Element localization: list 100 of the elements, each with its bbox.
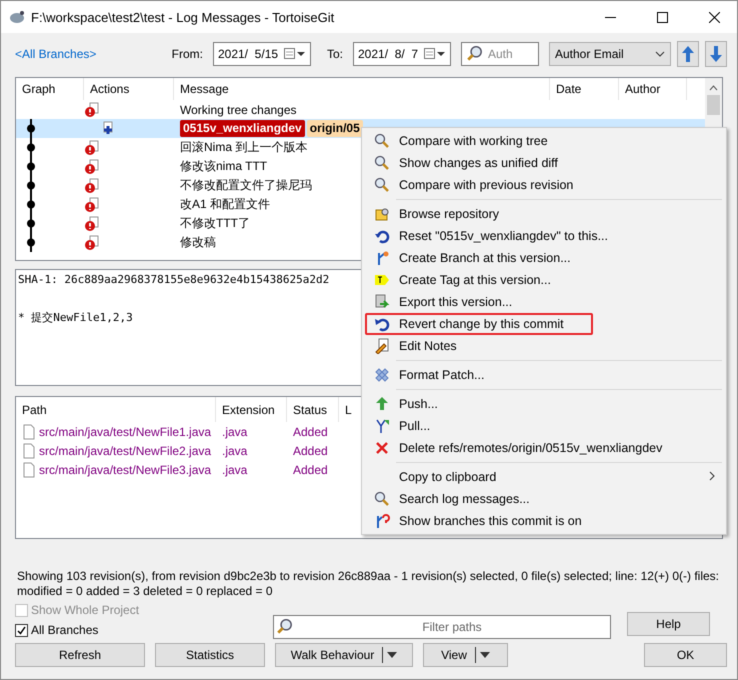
column-header[interactable]: Status xyxy=(287,397,339,422)
from-date-field[interactable]: 2021/ 5/15 xyxy=(212,42,311,66)
magnifier-icon xyxy=(374,177,390,193)
export-icon xyxy=(374,294,390,310)
document-alert-icon xyxy=(84,234,100,250)
graph-node-icon xyxy=(26,138,36,157)
menu-item[interactable]: Delete refs/remotes/origin/0515v_wenxliangdev xyxy=(365,437,723,459)
graph-node-icon xyxy=(26,195,36,214)
magnifier-icon xyxy=(374,133,390,149)
commit-message: 修改稿 xyxy=(180,234,216,251)
merge-arrow-icon xyxy=(374,418,390,434)
undo-icon xyxy=(374,316,390,332)
window-title: F:\workspace\test2\test - Log Messages - TortoiseGit xyxy=(31,10,336,24)
column-header[interactable]: Path xyxy=(16,397,216,422)
file-path[interactable]: src/main/java/test/NewFile1.java xyxy=(16,422,216,441)
commit-body: * 提交NewFile1,2,3 xyxy=(18,310,133,325)
ok-button[interactable]: OK xyxy=(644,643,727,667)
graph-node-icon xyxy=(26,233,36,252)
author-search-field[interactable]: Auth xyxy=(461,42,539,66)
down-arrow-button[interactable] xyxy=(705,41,727,67)
branch-label: 0515v_wenxliangdev xyxy=(180,120,305,137)
document-alert-icon xyxy=(84,216,100,232)
menu-item[interactable]: Export this version... xyxy=(365,291,723,313)
file-icon xyxy=(22,462,36,478)
document-alert-icon xyxy=(84,196,100,212)
file-status: Added xyxy=(292,462,329,478)
column-header[interactable]: Message xyxy=(174,78,550,100)
menu-item[interactable]: Reset "0515v_wenxliangdev" to this... xyxy=(365,225,723,247)
menu-item[interactable]: Create Tag at this version... xyxy=(365,269,723,291)
search-icon xyxy=(466,45,484,63)
branch-question-icon xyxy=(374,513,390,529)
file-path[interactable]: src/main/java/test/NewFile2.java xyxy=(16,441,216,460)
up-arrow-button[interactable] xyxy=(677,41,699,67)
commit-message: 修改该nima TTT xyxy=(180,158,268,175)
menu-item[interactable]: Edit Notes xyxy=(365,335,723,357)
menu-item[interactable]: Pull... xyxy=(365,415,723,437)
menu-item[interactable]: Format Patch... xyxy=(365,364,723,386)
folder-icon xyxy=(374,206,390,222)
all-branches-link[interactable]: <All Branches> xyxy=(15,47,96,61)
menu-item[interactable]: Show changes as unified diff xyxy=(365,152,723,174)
magnifier-icon xyxy=(374,491,390,507)
file-extension: .java xyxy=(221,462,248,478)
file-extension: .java xyxy=(221,424,248,440)
document-alert-icon xyxy=(84,102,100,118)
filter-field[interactable]: Filter paths xyxy=(273,615,611,639)
column-header[interactable]: Date xyxy=(550,78,619,100)
commit-row[interactable]: Working tree changes xyxy=(16,100,705,119)
file-extension: .java xyxy=(221,442,248,460)
menu-item[interactable]: Push... xyxy=(365,393,723,415)
graph-node-icon xyxy=(26,176,36,195)
commit-message: 改A1 和配置文件 xyxy=(180,196,270,213)
menu-item[interactable]: Browse repository xyxy=(365,203,723,225)
caret-icon xyxy=(387,652,398,658)
document-alert-icon xyxy=(84,178,100,194)
file-icon xyxy=(22,424,36,440)
menu-item[interactable]: Copy to clipboard xyxy=(365,466,723,488)
check-icon xyxy=(17,626,26,634)
app-icon xyxy=(9,10,25,24)
column-header[interactable]: Actions xyxy=(84,78,174,100)
view-button[interactable]: View xyxy=(423,643,508,667)
column-header[interactable]: Extension xyxy=(216,397,287,422)
statistics-button[interactable]: Statistics xyxy=(155,643,265,667)
graph-node-icon xyxy=(26,214,36,233)
graph-node-icon xyxy=(26,157,36,176)
to-label: To: xyxy=(326,47,343,61)
author-email-dropdown[interactable]: Author Email xyxy=(549,42,671,66)
menu-item[interactable]: Revert change by this commit xyxy=(365,313,593,335)
column-header[interactable]: Author xyxy=(619,78,687,100)
menu-item[interactable]: Create Branch at this version... xyxy=(365,247,723,269)
menu-item[interactable]: Search log messages... xyxy=(365,488,723,510)
branch-label: origin/05 xyxy=(306,120,363,137)
graph-node-icon xyxy=(26,119,36,138)
to-date-field[interactable]: 2021/ 8/ 7 xyxy=(353,42,451,66)
minimize-icon xyxy=(604,16,616,18)
checkbox[interactable]: All Branches xyxy=(15,623,98,637)
document-alert-icon xyxy=(84,140,100,156)
walk-behaviour-button[interactable]: Walk Behaviour xyxy=(275,643,413,667)
calendar-icon xyxy=(424,48,446,60)
up-arrow-icon xyxy=(374,396,390,412)
file-status: Added xyxy=(292,424,329,440)
search-icon xyxy=(276,618,294,636)
magnifier-icon xyxy=(374,155,390,171)
file-path[interactable]: src/main/java/test/NewFile3.java xyxy=(16,460,216,479)
up-arrow-icon xyxy=(681,45,695,63)
reset-arrow-icon xyxy=(374,228,390,244)
column-header[interactable]: Graph xyxy=(16,78,84,100)
patch-icon xyxy=(374,367,390,383)
sha-text: SHA-1: 26c889aa2968378155e8e9632e4b15438625a2d2 xyxy=(18,273,330,286)
refresh-button[interactable]: Refresh xyxy=(15,643,145,667)
commit-message: 不修改配置文件了操尼玛 xyxy=(180,177,312,194)
pencil-icon xyxy=(374,338,390,354)
tag-icon xyxy=(374,274,390,286)
menu-item[interactable]: Show branches this commit is on xyxy=(365,510,723,532)
status-text: Showing 103 revision(s), from revision d9bc2e3b to revision 26c889aa - 1 revision(s) selected, 0 file(s) selected; line: 12(+) 0(-) files: modified = 0 added = 3 deleted = 0 replaced = 0 xyxy=(17,569,720,599)
file-icon xyxy=(22,442,36,458)
menu-item[interactable]: Compare with previous revision xyxy=(365,174,723,196)
document-alert-icon xyxy=(84,158,100,174)
file-status: Added xyxy=(292,442,329,460)
delete-icon xyxy=(375,441,389,455)
help-button[interactable]: Help xyxy=(627,612,710,636)
